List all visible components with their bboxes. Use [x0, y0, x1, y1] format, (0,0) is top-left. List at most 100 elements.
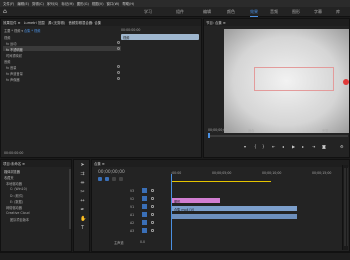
- mark-in-icon[interactable]: {: [254, 145, 257, 149]
- menu-item-graphics[interactable]: 图形(G): [77, 1, 89, 6]
- toggle-output-icon[interactable]: [151, 197, 154, 200]
- track-a2-target[interactable]: [142, 220, 147, 225]
- menu-item-window[interactable]: 窗口(W): [107, 1, 120, 6]
- snap-icon[interactable]: [98, 177, 102, 181]
- effect-timecode[interactable]: 00:00:00:00: [121, 28, 140, 32]
- reset-icon[interactable]: [117, 71, 120, 74]
- workspace-tab-graphics[interactable]: 图形: [292, 9, 300, 15]
- step-forward-icon[interactable]: ▸: [302, 145, 304, 149]
- workspace-tab-captions[interactable]: 字幕: [314, 9, 322, 15]
- tree-local-drives[interactable]: 本地驱动器: [6, 181, 22, 186]
- pen-tool-icon[interactable]: ✒: [80, 208, 85, 213]
- menu-item-help[interactable]: 帮助(H): [122, 1, 134, 6]
- mute-track-icon[interactable]: [151, 221, 154, 224]
- tree-drive-d[interactable]: D: (软件): [10, 193, 23, 198]
- type-tool-icon[interactable]: T: [80, 226, 85, 231]
- selection-tool-icon[interactable]: ➤: [80, 163, 85, 168]
- workspace-tab-color[interactable]: 颜色: [227, 9, 235, 15]
- timeline-settings-icon[interactable]: [119, 177, 123, 181]
- workspace-tab-editing[interactable]: 编辑: [203, 9, 211, 15]
- graphic-clip[interactable]: 图形: [172, 198, 220, 204]
- track-v1-label[interactable]: V1: [130, 205, 134, 209]
- program-scrubber[interactable]: [208, 135, 348, 137]
- breadcrumb-clip[interactable]: 合集 * 视频: [24, 29, 40, 33]
- tab-effect-controls[interactable]: 效果控件 ≡: [3, 21, 20, 25]
- track-v3-label[interactable]: V3: [130, 189, 134, 193]
- mute-track-icon[interactable]: [151, 229, 154, 232]
- tab-source[interactable]: 源:(无剪辑): [48, 21, 65, 25]
- workspace-tab-learn[interactable]: 学习: [144, 9, 152, 15]
- menu-item-clip[interactable]: 剪辑(C): [32, 1, 44, 6]
- add-marker-icon[interactable]: [112, 177, 116, 181]
- tree-drive-c[interactable]: C: (Win10): [10, 187, 27, 191]
- linked-selection-icon[interactable]: [105, 177, 109, 181]
- razor-tool-icon[interactable]: ✂: [80, 190, 85, 195]
- tab-audio-mixer[interactable]: 音频剪辑混合器: 合集: [68, 21, 101, 25]
- tab-media-browser[interactable]: 媒体浏览器: [4, 169, 20, 174]
- resolution-dropdown[interactable]: 完整: [322, 128, 328, 133]
- menu-item-sequence[interactable]: 序列(S): [47, 1, 59, 6]
- workspace-tab-audio[interactable]: 音频: [270, 9, 278, 15]
- fit-dropdown[interactable]: 适合: [248, 128, 254, 133]
- menu-item-edit[interactable]: 编辑(E): [17, 1, 29, 6]
- hand-tool-icon[interactable]: ✋: [80, 217, 86, 222]
- breadcrumb-master[interactable]: 主要 * 视频 ▾: [4, 29, 23, 33]
- anchor-point-icon[interactable]: [343, 79, 349, 85]
- workspace-tab-assembly[interactable]: 组件: [176, 9, 184, 15]
- program-playhead[interactable]: [208, 133, 210, 138]
- ripple-edit-tool-icon[interactable]: ⇹: [80, 181, 85, 186]
- reset-icon[interactable]: [117, 47, 120, 50]
- video-clip[interactable]: 合集 mp4 [V]: [172, 206, 297, 212]
- timeline-timecode[interactable]: 00;00;00;00: [98, 170, 125, 175]
- track-a3-label[interactable]: A3: [130, 229, 134, 233]
- add-marker-icon[interactable]: ▾: [244, 145, 246, 149]
- tree-creative-cloud[interactable]: Creative Cloud: [6, 211, 29, 215]
- tree-drive-e[interactable]: E: (数据): [10, 199, 23, 204]
- timeline-title[interactable]: 合集 ≡: [94, 162, 105, 166]
- track-v1-target[interactable]: [142, 204, 147, 209]
- video-preview[interactable]: [224, 29, 349, 133]
- effect-clip-bar[interactable]: 视频: [121, 34, 199, 40]
- track-a3-target[interactable]: [142, 228, 147, 233]
- menu-item-view[interactable]: 视图(V): [92, 1, 104, 6]
- reset-icon[interactable]: [117, 77, 120, 80]
- toggle-output-icon[interactable]: [151, 189, 154, 192]
- track-select-tool-icon[interactable]: ⇉: [80, 172, 85, 177]
- tab-project[interactable]: 项目:未命名 ≡: [3, 162, 25, 166]
- track-v2-label[interactable]: V2: [130, 197, 134, 201]
- effect-row-volume[interactable]: fx 音量: [6, 65, 16, 70]
- work-area-bar[interactable]: [171, 181, 271, 182]
- track-a2-label[interactable]: A2: [130, 221, 134, 225]
- effect-row-time-remap[interactable]: 时间重映射: [6, 53, 22, 58]
- play-icon[interactable]: ▶: [292, 145, 295, 149]
- go-to-out-icon[interactable]: ⇥: [312, 145, 315, 149]
- track-a1-label[interactable]: A1: [130, 213, 134, 217]
- audio-clip[interactable]: [172, 214, 297, 219]
- program-monitor-title[interactable]: 节目: 合集 ≡: [206, 21, 226, 25]
- workspace-tab-effects[interactable]: 效果: [250, 9, 258, 17]
- reset-icon[interactable]: [117, 65, 120, 68]
- home-icon[interactable]: ⌂: [3, 9, 9, 15]
- timeline-playhead[interactable]: [171, 174, 172, 250]
- track-v3-target[interactable]: [142, 188, 147, 193]
- toggle-output-icon[interactable]: [151, 205, 154, 208]
- step-back-icon[interactable]: ◂: [282, 145, 284, 149]
- tree-favorites[interactable]: 收藏夹: [4, 175, 14, 180]
- effect-row-channel-volume[interactable]: fx 声道音量: [6, 71, 23, 76]
- tab-lumetri-scopes[interactable]: Lumetri 范围: [24, 21, 45, 25]
- menu-item-marker[interactable]: 标记(M): [61, 1, 73, 6]
- mark-out-icon[interactable]: }: [262, 145, 265, 149]
- project-scrollbar[interactable]: [69, 169, 71, 229]
- slip-tool-icon[interactable]: ↔: [80, 199, 85, 204]
- tree-network-drives[interactable]: 网络驱动器: [6, 205, 22, 210]
- effect-row-opacity-highlight[interactable]: fx 不透明度: [3, 46, 121, 52]
- menu-item-file[interactable]: 文件(F): [3, 1, 14, 6]
- mute-track-icon[interactable]: [151, 213, 154, 216]
- master-volume-value[interactable]: 0.0: [140, 240, 145, 244]
- go-to-in-icon[interactable]: ⇤: [272, 145, 275, 149]
- tree-team-projects[interactable]: 团队项目版本: [10, 217, 29, 222]
- reset-icon[interactable]: [117, 41, 120, 44]
- workspace-tab-libraries[interactable]: 库: [336, 9, 340, 15]
- track-v2-target[interactable]: [142, 196, 147, 201]
- settings-icon[interactable]: ⚙: [340, 145, 344, 149]
